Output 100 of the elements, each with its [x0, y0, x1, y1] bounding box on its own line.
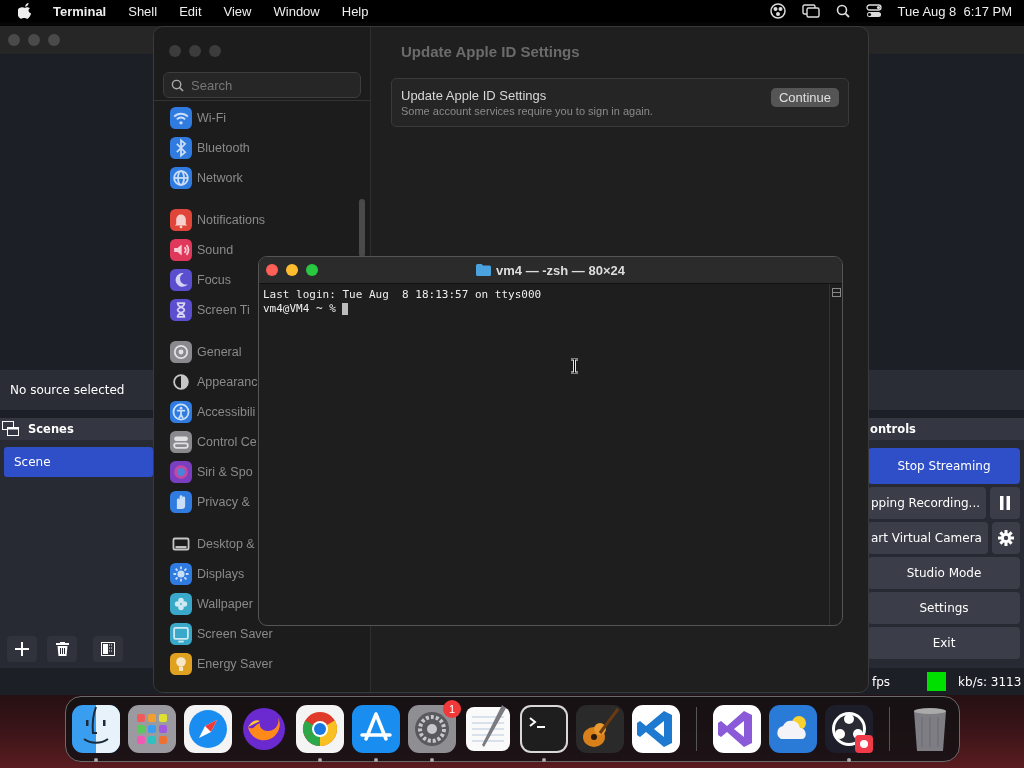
split-pane-icon[interactable]	[831, 288, 841, 297]
sidebar-item[interactable]: Privacy &	[170, 487, 250, 517]
scrollbar[interactable]	[359, 199, 365, 257]
add-button[interactable]	[7, 636, 37, 662]
bitrate-label: kb/s: 3113	[958, 674, 1022, 689]
sidebar-item[interactable]: Energy Saver	[170, 649, 273, 679]
control-button[interactable]: Exit	[868, 627, 1020, 659]
status-indicator	[927, 672, 947, 691]
sidebar-item[interactable]: Appearanc	[170, 367, 258, 397]
terminal-line: vm4@VM4 ~ %	[263, 302, 337, 316]
window-title: vm4 — -zsh — 80×24	[496, 262, 625, 278]
hand-icon	[170, 491, 192, 513]
orb-icon	[170, 461, 192, 483]
sun-icon	[170, 563, 192, 585]
trash-icon	[55, 642, 69, 656]
ribbon-icon[interactable]	[713, 705, 761, 753]
plus-icon	[15, 642, 29, 656]
window-control-icon[interactable]	[306, 264, 318, 276]
dock-title: Scenes	[28, 422, 74, 436]
folder-icon	[476, 264, 491, 276]
cloud-sun-icon[interactable]	[769, 705, 817, 753]
menu-item[interactable]: Help	[330, 3, 380, 19]
search-field[interactable]: Search	[163, 72, 361, 98]
terminal-icon[interactable]	[520, 705, 568, 753]
text-cursor	[342, 303, 349, 315]
compass-icon[interactable]	[184, 705, 232, 753]
search-icon	[171, 79, 184, 92]
app-grid-icon[interactable]	[128, 705, 176, 753]
fox-globe-icon[interactable]	[240, 705, 288, 753]
window-control-icon[interactable]	[266, 264, 278, 276]
dock-title: ontrols	[870, 422, 916, 436]
control-button[interactable]: art Virtual Camera	[868, 522, 988, 554]
menu-item[interactable]: Shell	[117, 3, 169, 19]
speaker-icon	[170, 239, 192, 261]
sidebar-item[interactable]: Bluetooth	[170, 133, 250, 163]
sidebar-item[interactable]: Displays	[170, 559, 245, 589]
continue-button[interactable]: Continue	[770, 88, 839, 107]
card-title: Update Apple ID Settings	[401, 88, 548, 103]
menu-item[interactable]: Edit	[168, 3, 213, 19]
status-circle-icon[interactable]	[769, 3, 786, 19]
bell-icon	[170, 209, 192, 231]
stream-button[interactable]: Stop Streaming	[868, 448, 1020, 484]
delete-button[interactable]	[47, 636, 77, 662]
gear-icon	[997, 530, 1014, 546]
sidebar-item[interactable]: Siri & Spo	[170, 457, 253, 487]
toggles-icon	[170, 431, 192, 453]
person-icon	[170, 401, 192, 423]
search-icon[interactable]	[835, 4, 850, 18]
scene-item[interactable]: Scene	[4, 447, 153, 477]
sidebar-item[interactable]: Desktop &	[170, 529, 255, 559]
screen-mirroring-icon[interactable]	[801, 4, 820, 18]
notification-badge: 1	[443, 700, 461, 718]
filter-button[interactable]	[93, 636, 123, 662]
page-title: Update Apple ID Settings	[401, 43, 581, 60]
card-subtitle: Some account services require you to sign in again.	[401, 105, 653, 117]
sidebar-item[interactable]: Wallpaper	[170, 589, 253, 619]
terminal-line: Last login: Tue Aug 8 18:13:57 on ttys000	[263, 288, 542, 302]
menu-bar-clock[interactable]: Tue Aug 8 6:17 PM	[897, 3, 1012, 19]
filter-icon	[101, 642, 115, 656]
monitor-icon	[170, 623, 192, 645]
gear-icon[interactable]	[408, 705, 456, 753]
code-ribbon-icon[interactable]	[632, 705, 680, 753]
sidebar-item[interactable]: Screen Saver	[170, 619, 273, 649]
menu-item[interactable]: Terminal	[42, 3, 118, 19]
face-icon[interactable]	[72, 705, 120, 753]
i-beam-cursor-icon	[570, 358, 579, 374]
apple-logo-icon[interactable]	[18, 3, 32, 19]
fps-label: fps	[871, 674, 891, 689]
notepad-pen-icon[interactable]	[464, 705, 512, 753]
hourglass-icon	[170, 299, 192, 321]
pause-icon	[999, 496, 1012, 510]
wifi-icon	[170, 107, 192, 129]
control-button[interactable]: Settings	[868, 592, 1020, 624]
half-circle-icon	[170, 371, 192, 393]
sidebar-item[interactable]: Focus	[170, 265, 232, 295]
moon-icon	[170, 269, 192, 291]
guitar-icon[interactable]	[576, 705, 624, 753]
control-button[interactable]: Studio Mode	[868, 557, 1020, 589]
control-center-icon[interactable]	[865, 4, 882, 18]
sidebar-item[interactable]: Sound	[170, 235, 234, 265]
status-text: No source selected	[9, 383, 125, 397]
sidebar-item[interactable]: Control Ce	[170, 427, 257, 457]
sidebar-item[interactable]: Network	[170, 163, 243, 193]
menu-item[interactable]: View	[212, 3, 263, 19]
sidebar-item[interactable]: General	[170, 337, 242, 367]
sidebar-item[interactable]: Notifications	[170, 205, 266, 235]
bluetooth-icon	[170, 137, 192, 159]
flower-icon	[170, 593, 192, 615]
sidebar-item[interactable]: Wi-Fi	[170, 103, 227, 133]
sidebar-item[interactable]: Screen Ti	[170, 295, 250, 325]
settings-button[interactable]	[991, 522, 1020, 554]
bulb-icon	[170, 653, 192, 675]
a-drawing-icon[interactable]	[352, 705, 400, 753]
ring-logo-icon[interactable]	[296, 705, 344, 753]
control-button[interactable]: pping Recording...	[868, 487, 987, 519]
menu-item[interactable]: Window	[262, 3, 331, 19]
pause-button[interactable]	[990, 487, 1020, 519]
sidebar-item[interactable]: Accessibili	[170, 397, 256, 427]
window-control-icon[interactable]	[286, 264, 298, 276]
globe-icon	[170, 167, 192, 189]
